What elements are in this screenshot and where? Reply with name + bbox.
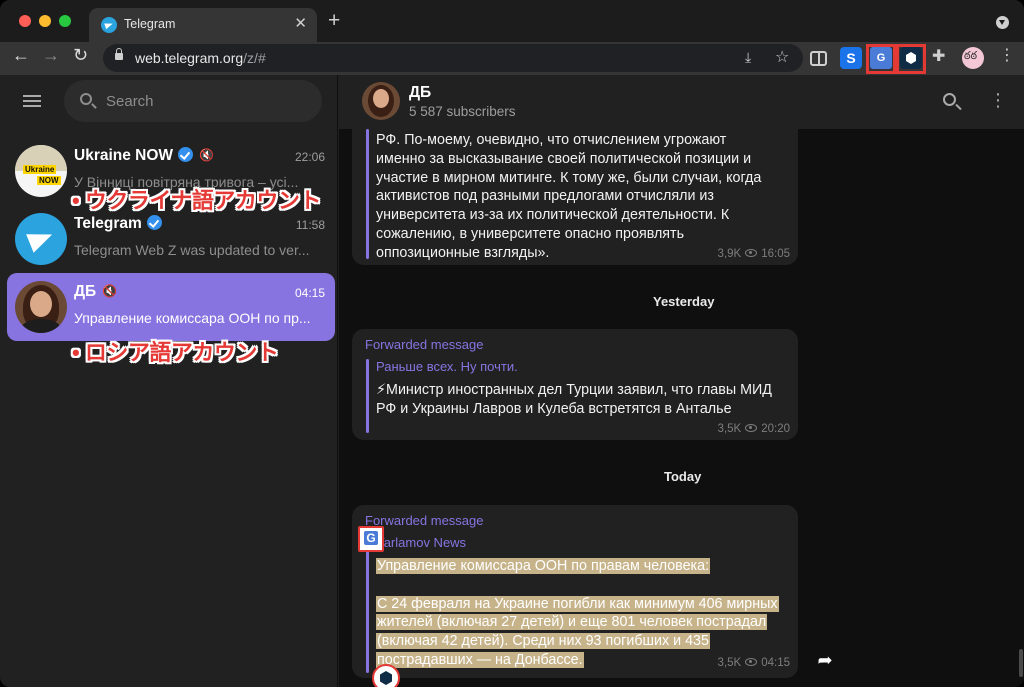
- chat-item-db[interactable]: ДБ 🔇 04:15 Управление комиссара ООН по пр…: [7, 273, 335, 341]
- telegram-logo-icon: [15, 213, 67, 265]
- date-separator: Today: [654, 466, 712, 488]
- highlighted-text: (включая 42 детей). Среди них 93 погибши…: [376, 633, 710, 650]
- tab-close-icon[interactable]: ✕: [294, 14, 307, 32]
- chat-list-panel: Search Ukraine NOW Ukraine NOW 🔇 22:06 У …: [0, 75, 338, 687]
- chat-preview: Telegram Web Z was updated to ver...: [74, 242, 310, 258]
- chat-name: Ukraine NOW 🔇: [74, 147, 215, 164]
- channel-name: ДБ: [409, 84, 432, 101]
- url-path: /z/#: [243, 50, 266, 66]
- message-text: ⚡Министр иностранных дел Турции заявил, …: [376, 382, 772, 417]
- browser-menu-icon[interactable]: ⋮: [999, 48, 1015, 64]
- muted-icon: 🔇: [199, 148, 215, 162]
- more-options-icon[interactable]: ⋮: [989, 91, 1007, 109]
- forward-source[interactable]: Varlamov News: [376, 535, 466, 550]
- back-button[interactable]: ←: [12, 46, 30, 64]
- avatar: Ukraine NOW: [15, 145, 67, 197]
- highlighted-text: С 24 февраля на Украине погибли как мини…: [376, 595, 779, 612]
- search-icon[interactable]: [943, 93, 956, 106]
- subscriber-count: 5 587 subscribers: [409, 104, 516, 119]
- avatar-label: NOW: [37, 176, 61, 185]
- message-meta: 3,9K 16:05: [717, 248, 790, 260]
- views-eye-icon: [745, 658, 758, 666]
- message-meta: 3,5K 04:15: [717, 657, 790, 669]
- tab-title: Telegram: [124, 17, 176, 31]
- deepl-popup-icon[interactable]: [372, 664, 400, 687]
- google-translate-popup-icon[interactable]: [358, 526, 384, 552]
- forwarded-label: Forwarded message: [365, 337, 484, 352]
- chat-item-telegram[interactable]: Telegram 11:58 Telegram Web Z was update…: [7, 205, 335, 273]
- extensions-puzzle-icon[interactable]: ✚: [932, 46, 954, 68]
- bookmark-star-icon[interactable]: ☆: [775, 47, 789, 67]
- avatar-label: Ukraine: [23, 165, 57, 174]
- lock-icon[interactable]: [115, 48, 123, 60]
- quote-bar: [366, 129, 369, 259]
- avatar-photo: [21, 319, 61, 333]
- window-close-button[interactable]: [19, 15, 31, 27]
- chat-time: 04:15: [294, 286, 325, 300]
- search-placeholder: Search: [106, 93, 154, 110]
- highlighted-text: жителей (включая 27 детей) и еще 801 чел…: [376, 614, 768, 631]
- quote-bar: [366, 359, 369, 433]
- profile-avatar[interactable]: [962, 47, 984, 69]
- reload-button[interactable]: ↻: [73, 46, 88, 64]
- avatar: [15, 281, 67, 333]
- scrollbar[interactable]: [1019, 649, 1023, 677]
- reading-list-icon[interactable]: [810, 51, 827, 66]
- message-meta: 3,5K 20:20: [717, 423, 790, 435]
- verified-icon: [146, 215, 162, 230]
- channel-header[interactable]: ДБ 5 587 subscribers ⋮: [339, 75, 1024, 129]
- url-text[interactable]: web.telegram.org/z/#: [135, 50, 266, 66]
- window-maximize-button[interactable]: [59, 15, 71, 27]
- chat-preview: Управление комиссара ООН по пр...: [74, 310, 311, 326]
- browser-window: Telegram ✕ + ← → ↻ web.telegram.org/z/# …: [0, 0, 1024, 687]
- message-bubble[interactable]: Forwarded message Varlamov News Управлен…: [352, 505, 798, 678]
- forward-share-icon[interactable]: ➦: [811, 646, 839, 674]
- tab-search-chevron-icon[interactable]: [996, 16, 1009, 29]
- s-extension-icon[interactable]: S: [840, 47, 862, 69]
- tab-telegram[interactable]: Telegram ✕: [89, 8, 317, 42]
- install-app-icon[interactable]: ⤓: [745, 49, 751, 66]
- message-text: РФ. По-моему, очевидно, что отчислением …: [376, 132, 762, 261]
- chat-time: 11:58: [295, 218, 325, 232]
- annotation-russian-account: • ロシア語アカウント: [72, 340, 279, 365]
- conversation-panel: ДБ 5 587 subscribers ⋮ РФ. По-моему, оче…: [339, 75, 1024, 687]
- search-input[interactable]: Search: [64, 80, 322, 122]
- avatar[interactable]: [362, 82, 400, 120]
- avatar-photo: [30, 291, 52, 317]
- forward-source[interactable]: Раньше всех. Ну почти.: [376, 359, 518, 374]
- deepl-extension-highlight: [896, 44, 926, 74]
- search-icon: [80, 93, 92, 105]
- tab-bar: Telegram ✕ +: [0, 0, 1024, 42]
- quote-bar: [366, 535, 369, 673]
- url-host: web.telegram.org: [135, 50, 244, 66]
- highlighted-text: Управление комиссара ООН по правам челов…: [376, 558, 711, 574]
- views-eye-icon: [745, 249, 758, 257]
- translate-extension-highlight: [866, 44, 896, 74]
- highlighted-text: пострадавших — на Донбассе.: [376, 651, 584, 668]
- verified-icon: [178, 147, 194, 162]
- telegram-favicon-icon: [101, 17, 117, 33]
- message-bubble[interactable]: РФ. По-моему, очевидно, что отчислением …: [352, 129, 798, 265]
- chat-name: ДБ 🔇: [74, 283, 118, 300]
- message-text: Управление комиссара ООН по правам челов…: [376, 557, 796, 670]
- avatar-photo: [373, 89, 389, 108]
- annotation-ukrainian-account: • ウクライナ語アカウント: [72, 188, 321, 213]
- address-bar[interactable]: web.telegram.org/z/# ⤓ ☆: [103, 44, 803, 72]
- chat-time: 22:06: [294, 150, 325, 164]
- new-tab-button[interactable]: +: [328, 10, 340, 31]
- views-eye-icon: [745, 424, 758, 432]
- muted-icon: 🔇: [102, 284, 118, 298]
- hamburger-menu-icon[interactable]: [23, 95, 41, 107]
- forward-button[interactable]: →: [42, 46, 60, 64]
- message-bubble[interactable]: Forwarded message Раньше всех. Ну почти.…: [352, 329, 798, 440]
- chat-name: Telegram: [74, 215, 162, 233]
- window-minimize-button[interactable]: [39, 15, 51, 27]
- date-separator: Yesterday: [643, 291, 725, 313]
